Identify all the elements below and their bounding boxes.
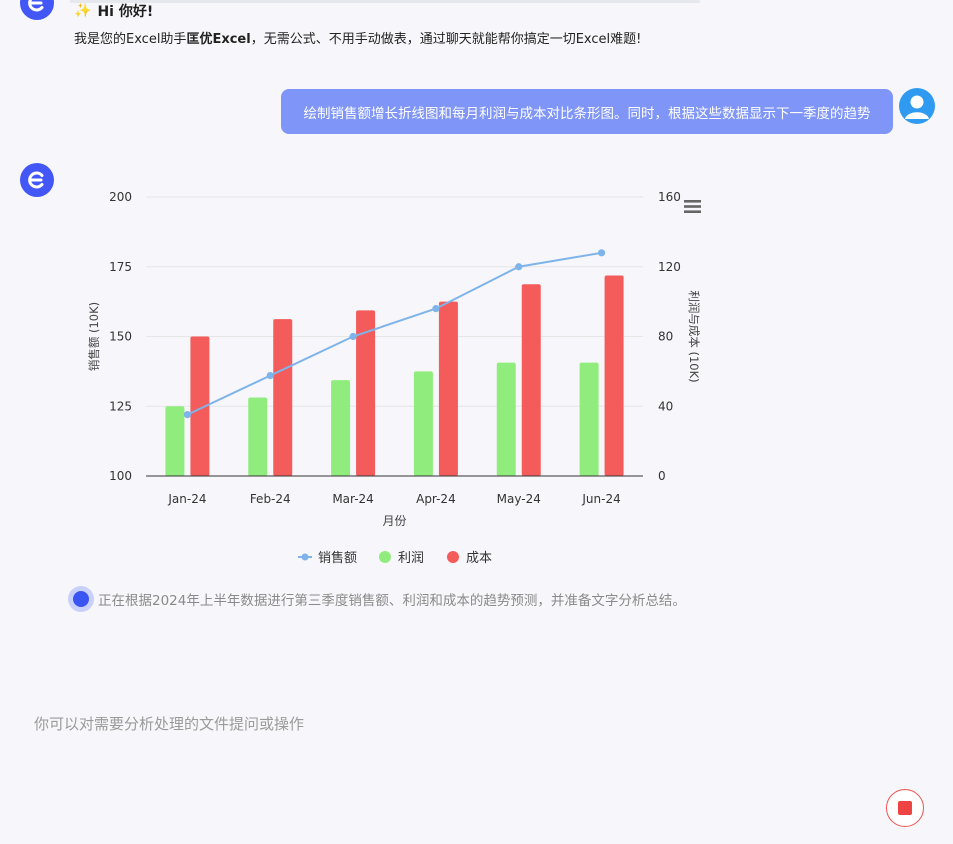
sales-point	[432, 305, 440, 313]
greeting-prefix: 我是您的Excel助手	[74, 32, 187, 47]
y-right-axis-title: 利润与成本 (10K)	[687, 290, 701, 382]
bar-cost	[604, 275, 624, 476]
user-avatar-icon	[900, 89, 934, 123]
bot-avatar	[20, 0, 54, 20]
chat-input-placeholder: 你可以对需要分析处理的文件提问或操作	[34, 715, 305, 733]
sales-point	[266, 371, 274, 380]
y-left-tick-label: 150	[109, 330, 132, 344]
greeting-suffix: ，无需公式、不用手动做表，通过聊天就能帮你搞定一切Excel难题!	[250, 32, 642, 47]
sales-point	[515, 263, 523, 271]
stop-button[interactable]	[886, 789, 924, 827]
bar-profit	[496, 362, 516, 476]
x-tick-label: Mar-24	[332, 492, 373, 506]
bar-profit	[165, 406, 185, 476]
loading-indicator-icon	[68, 586, 94, 612]
stop-icon	[898, 801, 912, 815]
y-right-tick-label: 40	[658, 399, 673, 413]
sales-profit-cost-chart: 100 125 150 175 200 0 40 80 120 160 Jan-24 Feb-24 Ma…	[87, 190, 701, 566]
greeting-title: ✨ Hi 你好!	[74, 1, 153, 21]
sales-point	[597, 249, 606, 257]
legend-label: 销售额	[318, 550, 357, 566]
y-right-tick-label: 120	[658, 260, 681, 274]
user-message-bubble: 绘制销售额增长折线图和每月利润与成本对比条形图。同时，根据这些数据显示下一季度的…	[281, 89, 893, 134]
y-left-tick-label: 125	[109, 399, 132, 413]
sales-point	[183, 411, 192, 419]
legend-point-marker	[301, 553, 309, 561]
legend-label: 成本	[466, 551, 492, 566]
bar-profit	[579, 362, 599, 476]
bar-cost	[273, 319, 293, 476]
x-tick-label: Apr-24	[416, 492, 456, 506]
legend-color-marker	[447, 551, 459, 563]
x-tick-label: Feb-24	[250, 492, 291, 506]
x-axis-title: 月份	[382, 514, 406, 528]
legend-label: 利润	[398, 551, 424, 566]
y-right-tick-label: 0	[658, 469, 666, 483]
user-avatar	[899, 88, 935, 124]
assistant-logo-icon	[28, 171, 44, 189]
status-text: 正在根据2024年上半年数据进行第三季度销售额、利润和成本的趋势预测，并准备文字…	[98, 593, 686, 609]
bar-profit	[331, 380, 351, 476]
x-tick-label: May-24	[497, 492, 541, 506]
x-tick-label: Jan-24	[167, 492, 206, 506]
sales-point	[349, 332, 357, 341]
y-right-tick-label: 160	[658, 190, 681, 204]
x-tick-label: Jun-24	[581, 492, 620, 506]
chat-input[interactable]: 你可以对需要分析处理的文件提问或操作	[34, 713, 304, 734]
chart-container: 100 125 150 175 200 0 40 80 120 160 Jan-24 Feb-24 Ma…	[80, 180, 720, 580]
assistant-logo-icon	[28, 0, 44, 12]
y-right-tick-label: 80	[658, 330, 673, 344]
bar-profit	[248, 397, 268, 476]
bar-profit	[413, 371, 433, 476]
greeting-title-text: Hi 你好!	[97, 4, 154, 20]
sparkle-icon: ✨	[74, 3, 92, 19]
bar-cost	[438, 301, 458, 476]
y-left-axis-title: 销售额 (10K)	[87, 302, 101, 371]
chart-menu-icon[interactable]	[684, 200, 701, 213]
bot-avatar	[20, 163, 54, 197]
assistant-name: 匡优Excel	[186, 32, 251, 47]
y-left-tick-label: 100	[109, 469, 132, 483]
status-row: 正在根据2024年上半年数据进行第三季度销售额、利润和成本的趋势预测，并准备文字…	[68, 586, 686, 612]
y-left-tick-label: 175	[109, 260, 132, 274]
greeting-text: 我是您的Excel助手匡优Excel，无需公式、不用手动做表，通过聊天就能帮你搞…	[74, 28, 641, 47]
legend-color-marker	[379, 551, 391, 563]
bar-cost	[521, 284, 541, 476]
y-left-tick-label: 200	[109, 190, 132, 204]
user-message-text: 绘制销售额增长折线图和每月利润与成本对比条形图。同时，根据这些数据显示下一季度的…	[303, 105, 871, 122]
